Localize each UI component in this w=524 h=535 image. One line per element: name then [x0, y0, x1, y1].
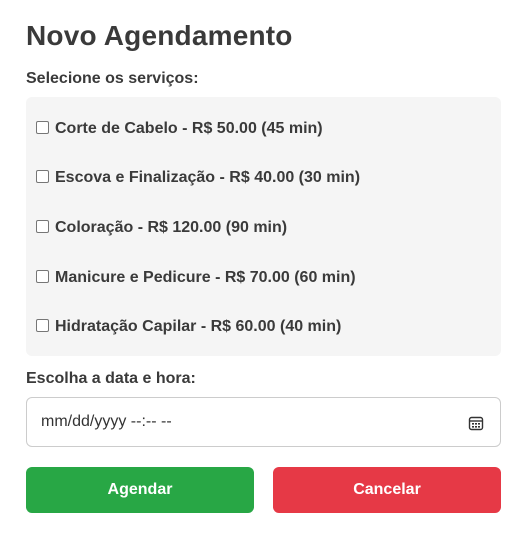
service-option[interactable]: Manicure e Pedicure - R$ 70.00 (60 min): [36, 269, 356, 287]
service-label: Coloração - R$ 120.00 (90 min): [55, 219, 288, 236]
service-checkbox[interactable]: [36, 121, 49, 134]
schedule-button[interactable]: Agendar: [26, 467, 254, 513]
service-label: Hidratação Capilar - R$ 60.00 (40 min): [55, 318, 342, 335]
service-checkbox[interactable]: [36, 220, 49, 233]
services-list: Corte de Cabelo - R$ 50.00 (45 min) Esco…: [26, 97, 501, 356]
service-label: Corte de Cabelo - R$ 50.00 (45 min): [55, 120, 323, 137]
service-option[interactable]: Escova e Finalização - R$ 40.00 (30 min): [36, 169, 360, 187]
service-label: Manicure e Pedicure - R$ 70.00 (60 min): [55, 269, 356, 286]
service-option[interactable]: Coloração - R$ 120.00 (90 min): [36, 219, 287, 237]
datetime-input[interactable]: mm/dd/yyyy --:-- --: [26, 397, 501, 447]
service-checkbox[interactable]: [36, 170, 49, 183]
service-option[interactable]: Corte de Cabelo - R$ 50.00 (45 min): [36, 120, 323, 138]
calendar-icon[interactable]: [468, 415, 484, 431]
service-label: Escova e Finalização - R$ 40.00 (30 min): [55, 169, 361, 186]
services-label: Selecione os serviços:: [26, 70, 199, 87]
modal-title: Novo Agendamento: [26, 20, 293, 51]
new-appointment-modal: Novo Agendamento Selecione os serviços: …: [0, 0, 524, 535]
date-time-label: Escolha a data e hora:: [26, 370, 196, 387]
cancel-button[interactable]: Cancelar: [273, 467, 501, 513]
datetime-placeholder: mm/dd/yyyy --:-- --: [41, 413, 172, 430]
service-option[interactable]: Hidratação Capilar - R$ 60.00 (40 min): [36, 318, 341, 336]
service-checkbox[interactable]: [36, 319, 49, 332]
service-checkbox[interactable]: [36, 270, 49, 283]
